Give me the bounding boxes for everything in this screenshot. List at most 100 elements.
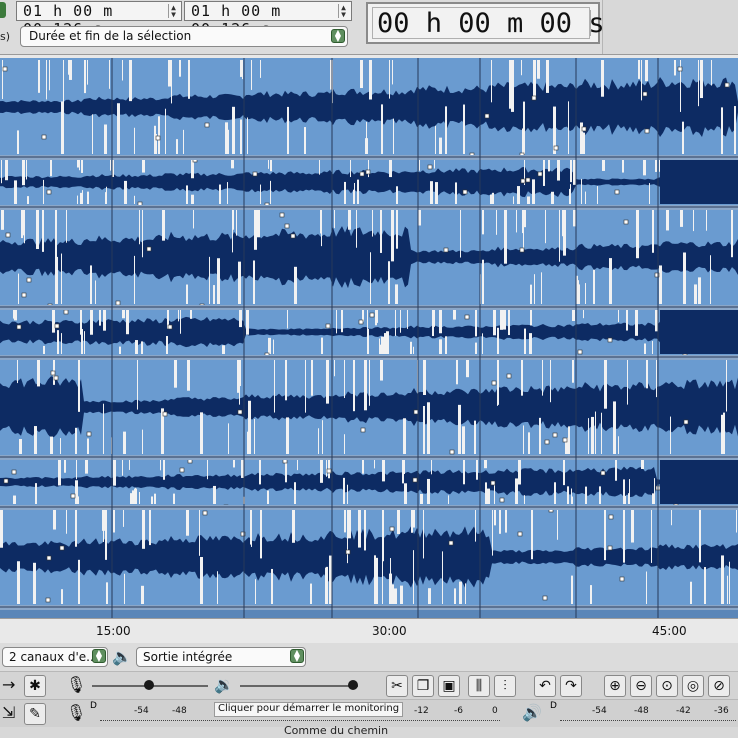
toolbar-grabber[interactable] bbox=[0, 2, 6, 18]
selection-end-time[interactable]: 01 h 00 m 00.126 s ▲▼ bbox=[184, 1, 352, 38]
envelope-point[interactable] bbox=[3, 478, 9, 484]
envelope-point[interactable] bbox=[449, 449, 455, 455]
envelope-point[interactable] bbox=[619, 576, 625, 582]
envelope-point[interactable] bbox=[50, 370, 56, 376]
envelope-point[interactable] bbox=[600, 470, 606, 476]
microphone-icon[interactable]: 🎙 bbox=[66, 703, 86, 723]
envelope-point[interactable] bbox=[683, 419, 689, 425]
envelope-point[interactable] bbox=[21, 292, 27, 298]
envelope-point[interactable] bbox=[162, 411, 168, 417]
envelope-point[interactable] bbox=[115, 300, 121, 306]
playback-meter[interactable]: -54 -48 -42 -36 bbox=[560, 706, 736, 721]
envelope-point[interactable] bbox=[448, 540, 454, 546]
output-device-dropdown[interactable]: Sortie intégrée ▲ ▼ bbox=[136, 647, 306, 667]
envelope-point[interactable] bbox=[358, 319, 364, 325]
envelope-point[interactable] bbox=[577, 349, 583, 355]
envelope-point[interactable] bbox=[146, 246, 152, 252]
envelope-point[interactable] bbox=[325, 323, 331, 329]
fit-project-button[interactable]: ◎ bbox=[682, 675, 704, 697]
copy-button[interactable]: ❐ bbox=[412, 675, 434, 697]
envelope-point[interactable] bbox=[59, 545, 65, 551]
envelope-point[interactable] bbox=[46, 555, 52, 561]
undo-button[interactable]: ↶ bbox=[534, 675, 556, 697]
envelope-point[interactable] bbox=[63, 309, 69, 315]
envelope-point[interactable] bbox=[26, 277, 32, 283]
envelope-point[interactable] bbox=[290, 233, 296, 239]
envelope-point[interactable] bbox=[531, 95, 537, 101]
envelope-point[interactable] bbox=[237, 409, 243, 415]
envelope-point[interactable] bbox=[490, 480, 496, 486]
zoom-out-button[interactable]: ⊖ bbox=[630, 675, 652, 697]
envelope-point[interactable] bbox=[179, 467, 185, 473]
spinner-icon[interactable]: ▲ ▼ bbox=[168, 4, 179, 19]
envelope-point[interactable] bbox=[542, 595, 548, 601]
track-area[interactable] bbox=[0, 58, 738, 618]
envelope-tool-icon[interactable]: ⇲ bbox=[2, 703, 15, 723]
envelope-point[interactable] bbox=[11, 469, 17, 475]
envelope-point[interactable] bbox=[412, 477, 418, 483]
envelope-point[interactable] bbox=[202, 510, 208, 516]
envelope-point[interactable] bbox=[427, 164, 433, 170]
envelope-point[interactable] bbox=[499, 497, 505, 503]
envelope-point[interactable] bbox=[519, 247, 525, 253]
playback-volume-knob[interactable] bbox=[348, 680, 358, 690]
envelope-point[interactable] bbox=[537, 171, 543, 177]
envelope-point[interactable] bbox=[345, 549, 351, 555]
envelope-point[interactable] bbox=[552, 432, 558, 438]
envelope-point[interactable] bbox=[279, 212, 285, 218]
envelope-point[interactable] bbox=[642, 91, 648, 97]
playback-volume-slider[interactable] bbox=[240, 685, 358, 687]
selection-mode-dropdown[interactable]: Durée et fin de la sélection ▲ ▼ bbox=[20, 26, 348, 47]
envelope-point[interactable] bbox=[41, 134, 47, 140]
envelope-point[interactable] bbox=[359, 171, 365, 177]
envelope-point[interactable] bbox=[204, 122, 210, 128]
arrow-right-icon[interactable]: → bbox=[2, 675, 15, 695]
envelope-point[interactable] bbox=[544, 439, 550, 445]
envelope-point[interactable] bbox=[677, 66, 683, 72]
envelope-point[interactable] bbox=[46, 189, 52, 195]
silence-button[interactable]: ⫶ bbox=[494, 675, 516, 697]
envelope-point[interactable] bbox=[369, 312, 375, 318]
envelope-point[interactable] bbox=[443, 247, 449, 253]
multi-tool-button[interactable]: ✱ bbox=[24, 675, 46, 697]
envelope-point[interactable] bbox=[464, 314, 470, 320]
audio-position-display[interactable]: 00 h 00 m 00 s bbox=[366, 2, 605, 44]
envelope-point[interactable] bbox=[520, 178, 526, 184]
zoom-toggle-button[interactable]: ⊘ bbox=[708, 675, 730, 697]
cut-button[interactable]: ✂ bbox=[386, 675, 408, 697]
envelope-point[interactable] bbox=[360, 427, 366, 433]
envelope-point[interactable] bbox=[54, 323, 60, 329]
envelope-point[interactable] bbox=[2, 66, 8, 72]
timeline-ruler[interactable]: 15:00 30:00 45:00 bbox=[0, 618, 738, 644]
envelope-point[interactable] bbox=[86, 431, 92, 437]
envelope-point[interactable] bbox=[724, 82, 730, 88]
envelope-point[interactable] bbox=[413, 409, 419, 415]
envelope-point[interactable] bbox=[553, 145, 559, 151]
envelope-point[interactable] bbox=[607, 337, 613, 343]
envelope-point[interactable] bbox=[45, 597, 51, 603]
envelope-point[interactable] bbox=[608, 514, 614, 520]
envelope-point[interactable] bbox=[53, 375, 59, 381]
zoom-in-button[interactable]: ⊕ bbox=[604, 675, 626, 697]
envelope-point[interactable] bbox=[581, 126, 587, 132]
spinner-icon[interactable] bbox=[590, 10, 597, 36]
envelope-point[interactable] bbox=[562, 437, 568, 443]
envelope-point[interactable] bbox=[506, 373, 512, 379]
waveform-canvas[interactable] bbox=[0, 58, 738, 618]
envelope-point[interactable] bbox=[70, 493, 76, 499]
envelope-point[interactable] bbox=[389, 526, 395, 532]
envelope-point[interactable] bbox=[326, 468, 332, 474]
channels-dropdown[interactable]: 2 canaux d'e... ▲ ▼ bbox=[2, 647, 108, 667]
spinner-icon[interactable]: ▲ ▼ bbox=[338, 4, 349, 19]
trim-button[interactable]: ⫼ bbox=[468, 675, 490, 697]
envelope-point[interactable] bbox=[491, 380, 497, 386]
selection-start-time[interactable]: 01 h 00 m 00.126 s ▲▼ bbox=[16, 1, 182, 38]
envelope-point[interactable] bbox=[484, 113, 490, 119]
envelope-point[interactable] bbox=[517, 531, 523, 537]
envelope-point[interactable] bbox=[614, 189, 620, 195]
draw-tool-button[interactable]: ✎ bbox=[24, 703, 46, 725]
fit-selection-button[interactable]: ⊙ bbox=[656, 675, 678, 697]
envelope-point[interactable] bbox=[167, 324, 173, 330]
envelope-point[interactable] bbox=[284, 223, 290, 229]
envelope-point[interactable] bbox=[16, 324, 22, 330]
